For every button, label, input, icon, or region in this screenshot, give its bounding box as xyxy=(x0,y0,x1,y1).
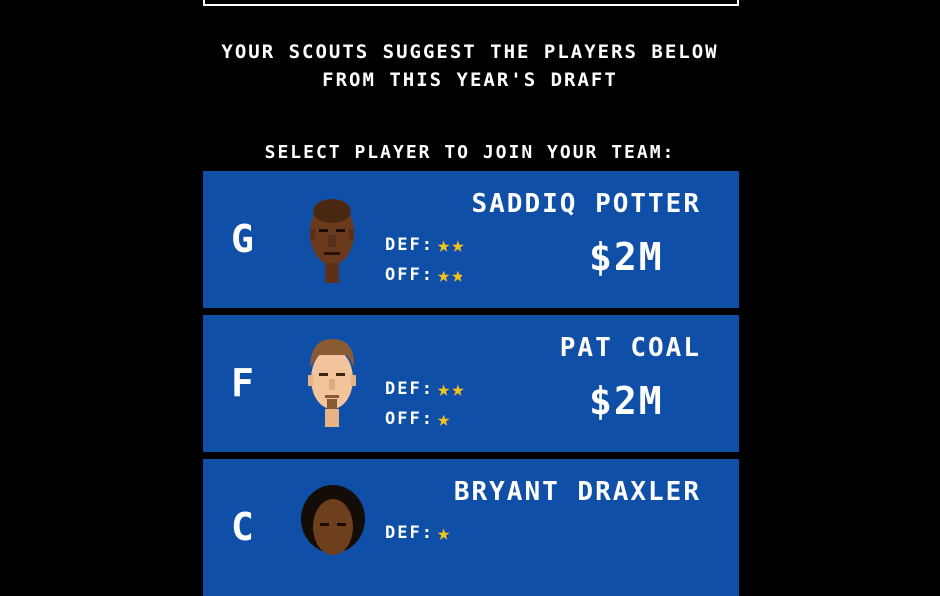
defense-label: DEF: xyxy=(385,523,434,543)
player-position: G xyxy=(231,217,254,261)
offense-stars: ★★ ★ xyxy=(437,263,466,288)
player-position: F xyxy=(231,361,254,405)
defense-stars: ★ xyxy=(437,521,452,546)
player-price: $2M xyxy=(589,235,664,279)
player-name: PAT COAL xyxy=(559,333,701,363)
offense-rating: OFF: ★★ ★ xyxy=(385,263,471,288)
player-name: SADDIQ POTTER xyxy=(471,189,701,219)
scouts-message: YOUR SCOUTS SUGGEST THE PLAYERS BELOW FR… xyxy=(0,38,940,94)
scouts-message-line2: FROM THIS YEAR'S DRAFT xyxy=(322,69,618,91)
light-skin-brown-hair-goatee-player-face-icon xyxy=(308,339,356,427)
curly-black-hair-player-face-icon xyxy=(301,485,365,555)
dark-skin-bald-player-face-icon xyxy=(310,199,354,283)
defense-label: DEF: xyxy=(385,379,434,399)
top-panel-edge xyxy=(203,0,739,6)
player-card-saddiq-potter[interactable]: G DEF: ★★ OFF: ★★ ★ SADDIQ POTTER $2M xyxy=(203,171,739,308)
player-name: BRYANT DRAXLER xyxy=(453,477,701,507)
defense-stars: ★★ xyxy=(437,233,466,258)
offense-rating: OFF: ★ xyxy=(385,407,451,432)
offense-stars: ★ xyxy=(437,407,452,432)
defense-rating: DEF: ★★ xyxy=(385,233,466,258)
player-position: C xyxy=(231,505,254,549)
select-player-prompt: SELECT PLAYER TO JOIN YOUR TEAM: xyxy=(264,142,676,163)
scouts-message-line1: YOUR SCOUTS SUGGEST THE PLAYERS BELOW xyxy=(221,41,719,63)
defense-rating: DEF: ★ xyxy=(385,521,451,546)
player-card-bryant-draxler[interactable]: C DEF: ★ BRYANT DRAXLER xyxy=(203,459,739,596)
offense-label: OFF: xyxy=(385,265,434,285)
offense-label: OFF: xyxy=(385,409,434,429)
player-card-pat-coal[interactable]: F DEF: ★★ OFF: ★ PAT COAL $2M xyxy=(203,315,739,452)
defense-label: DEF: xyxy=(385,235,434,255)
defense-stars: ★★ xyxy=(437,377,466,402)
defense-rating: DEF: ★★ xyxy=(385,377,466,402)
player-price: $2M xyxy=(589,379,664,423)
